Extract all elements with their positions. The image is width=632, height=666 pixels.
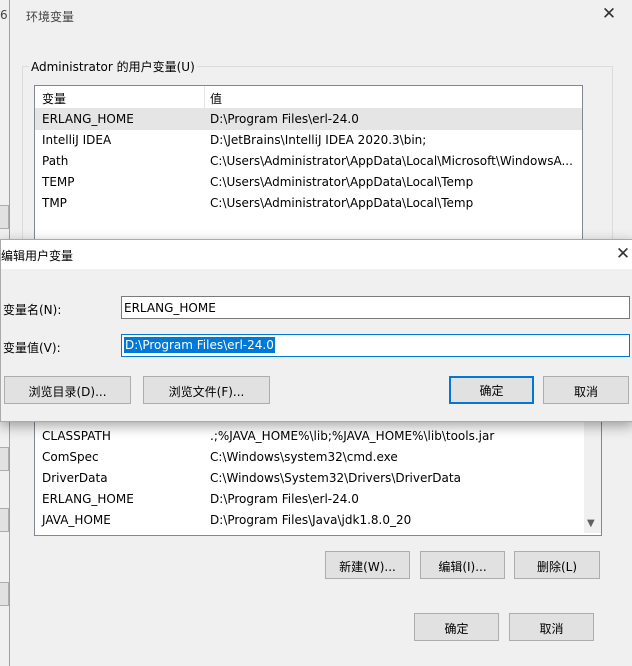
list-item[interactable]: IntelliJ IDEA D:\JetBrains\IntelliJ IDEA… (35, 130, 582, 151)
variable-value: D:\Program Files\Java\jdk1.8.0_20 (210, 513, 412, 527)
close-button[interactable]: ✕ (598, 4, 620, 26)
dialog-cancel-button[interactable]: 取消 (543, 376, 629, 404)
variable-name: ERLANG_HOME (42, 112, 134, 126)
dialog-title: 编辑用户变量 (1, 249, 74, 263)
browse-directory-button[interactable]: 浏览目录(D)... (4, 376, 131, 404)
variable-value: D:\JetBrains\IntelliJ IDEA 2020.3\bin; (210, 133, 427, 147)
close-icon: ✕ (601, 4, 617, 24)
variable-name: Path (42, 154, 69, 168)
dialog-ok-button[interactable]: 确定 (449, 376, 534, 404)
background-button[interactable] (0, 205, 9, 229)
background-window-title: 6 (0, 8, 8, 22)
variable-name: IntelliJ IDEA (42, 133, 112, 147)
delete-variable-button[interactable]: 删除(L) (514, 551, 600, 579)
list-item[interactable]: ERLANG_HOME D:\Program Files\erl-24.0 (35, 109, 582, 130)
variable-value: C:\Windows\System32\Drivers\DriverData (210, 471, 461, 485)
list-item[interactable]: ComSpec C:\Windows\system32\cmd.exe (35, 447, 601, 468)
edit-user-variable-dialog: 编辑用户变量 ✕ 变量名(N): 变量值(V): D:\Program File… (0, 239, 632, 422)
list-item[interactable]: DriverData C:\Windows\System32\Drivers\D… (35, 468, 601, 489)
vertical-scrollbar[interactable]: ▼ (584, 411, 601, 533)
variable-name-input[interactable] (121, 296, 630, 319)
list-item[interactable]: TMP C:\Users\Administrator\AppData\Local… (35, 193, 582, 214)
variable-value: C:\Users\Administrator\AppData\Local\Tem… (210, 196, 474, 210)
variable-name: JAVA_HOME (42, 513, 111, 527)
chevron-down-icon[interactable]: ▼ (587, 518, 595, 529)
list-header: 变量 值 (35, 86, 582, 109)
browse-file-button[interactable]: 浏览文件(F)... (143, 376, 270, 404)
list-item[interactable]: TEMP C:\Users\Administrator\AppData\Loca… (35, 172, 582, 193)
background-button[interactable] (0, 447, 9, 471)
ok-button[interactable]: 确定 (414, 613, 499, 641)
list-item[interactable]: CLASSPATH .;%JAVA_HOME%\lib;%JAVA_HOME%\… (35, 426, 601, 447)
cancel-button[interactable]: 取消 (509, 613, 594, 641)
list-item[interactable]: JAVA_HOME D:\Program Files\Java\jdk1.8.0… (35, 510, 601, 531)
system-variables-list[interactable]: CLASSPATH .;%JAVA_HOME%\lib;%JAVA_HOME%\… (34, 410, 602, 536)
variable-name: CLASSPATH (42, 429, 111, 443)
new-variable-button[interactable]: 新建(W)... (325, 551, 410, 579)
list-item[interactable]: Path C:\Users\Administrator\AppData\Loca… (35, 151, 582, 172)
variable-name: ComSpec (42, 450, 99, 464)
variable-name: ERLANG_HOME (42, 492, 134, 506)
close-icon: ✕ (615, 244, 631, 264)
variable-value: .;%JAVA_HOME%\lib;%JAVA_HOME%\lib\tools.… (210, 429, 495, 443)
variable-value-input[interactable]: D:\Program Files\erl-24.0 (121, 334, 630, 357)
variable-value: D:\Program Files\erl-24.0 (210, 112, 359, 126)
dialog-close-button[interactable]: ✕ (613, 244, 632, 266)
list-item[interactable]: ERLANG_HOME D:\Program Files\erl-24.0 (35, 489, 601, 510)
variable-value: C:\Users\Administrator\AppData\Local\Mic… (210, 154, 573, 168)
column-header-value[interactable]: 值 (210, 90, 222, 107)
variable-value: C:\Windows\system32\cmd.exe (210, 450, 398, 464)
background-button[interactable] (0, 508, 9, 532)
column-divider[interactable] (204, 86, 205, 108)
user-variables-label: Administrator 的用户变量(U) (29, 58, 197, 75)
background-button[interactable] (0, 582, 9, 606)
variable-name: TEMP (42, 175, 75, 189)
variable-value: C:\Users\Administrator\AppData\Local\Tem… (210, 175, 474, 189)
variable-name: DriverData (42, 471, 108, 485)
column-header-name[interactable]: 变量 (42, 90, 66, 107)
user-variables-list[interactable]: 变量 值 ERLANG_HOME D:\Program Files\erl-24… (34, 85, 583, 247)
variable-name-label: 变量名(N): (3, 303, 62, 317)
dialog-titlebar[interactable]: 编辑用户变量 ✕ (1, 240, 632, 269)
window-title: 环境变量 (26, 10, 75, 24)
variable-name: TMP (42, 196, 67, 210)
variable-value-label: 变量值(V): (3, 341, 61, 355)
variable-value: D:\Program Files\erl-24.0 (210, 492, 359, 506)
selected-text: D:\Program Files\erl-24.0 (124, 337, 275, 353)
edit-variable-button[interactable]: 编辑(I)... (420, 551, 505, 579)
